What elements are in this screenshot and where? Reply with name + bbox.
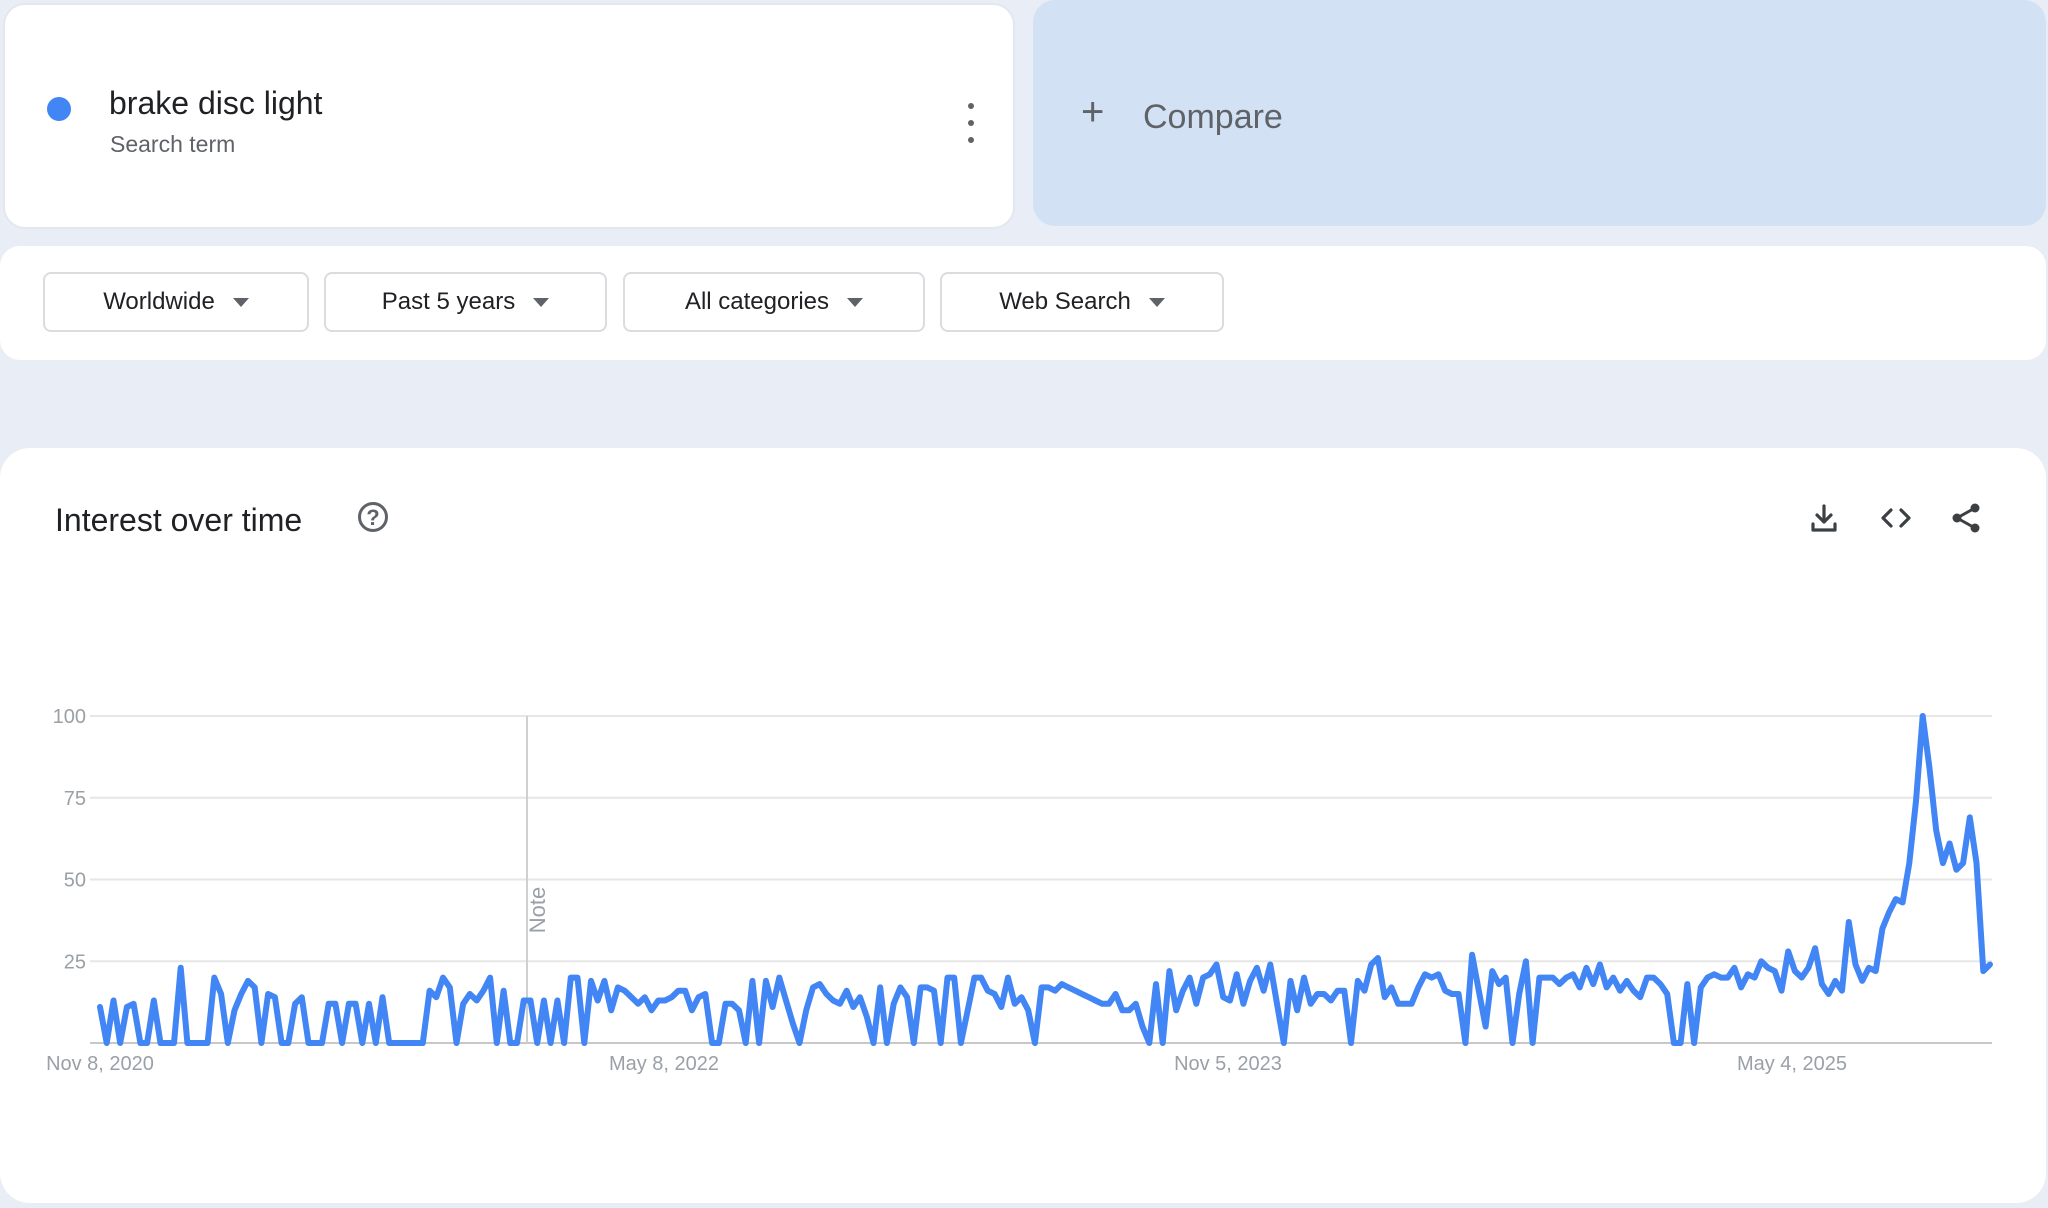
search-type-filter-label: Web Search [999,288,1131,315]
x-tick-label: Nov 8, 2020 [46,1053,154,1075]
caret-down-icon [1148,297,1165,307]
plus-icon: + [1081,90,1105,134]
interest-chart: 100 75 50 25 Note Nov 8, 2020 May 8, 2022 Nov… [46,706,1993,1075]
caret-down-icon [847,297,864,307]
more-options-icon[interactable] [961,103,981,143]
filter-bar: Worldwide Past 5 years All categories We… [0,246,2046,360]
category-filter-label: All categories [684,288,830,315]
compare-label: Compare [1143,98,1283,136]
search-term-card: brake disc light Search term [3,3,1015,229]
note-marker-label[interactable]: Note [525,887,550,933]
y-tick-label: 75 [64,788,86,810]
region-filter[interactable]: Worldwide [43,272,309,332]
x-tick-label: May 4, 2025 [1737,1053,1847,1075]
caret-down-icon [232,297,249,307]
time-range-filter-label: Past 5 years [381,288,516,315]
caret-down-icon [533,297,550,307]
x-tick-label: Nov 5, 2023 [1174,1053,1282,1075]
x-tick-label: May 8, 2022 [609,1053,719,1075]
time-range-filter[interactable]: Past 5 years [324,272,607,332]
y-tick-label: 25 [64,951,86,973]
category-filter[interactable]: All categories [623,272,925,332]
interest-over-time-card: Interest over time ? 100 75 50 25 Note Nov … [0,448,2046,1203]
search-type-filter[interactable]: Web Search [940,272,1224,332]
search-term-subtitle: Search term [110,131,236,157]
term-color-dot [47,97,71,121]
search-term-name[interactable]: brake disc light [109,85,322,122]
y-tick-label: 50 [64,870,86,892]
y-tick-label: 100 [53,706,86,728]
region-filter-label: Worldwide [103,288,215,315]
compare-button[interactable]: + Compare [1033,0,2046,226]
